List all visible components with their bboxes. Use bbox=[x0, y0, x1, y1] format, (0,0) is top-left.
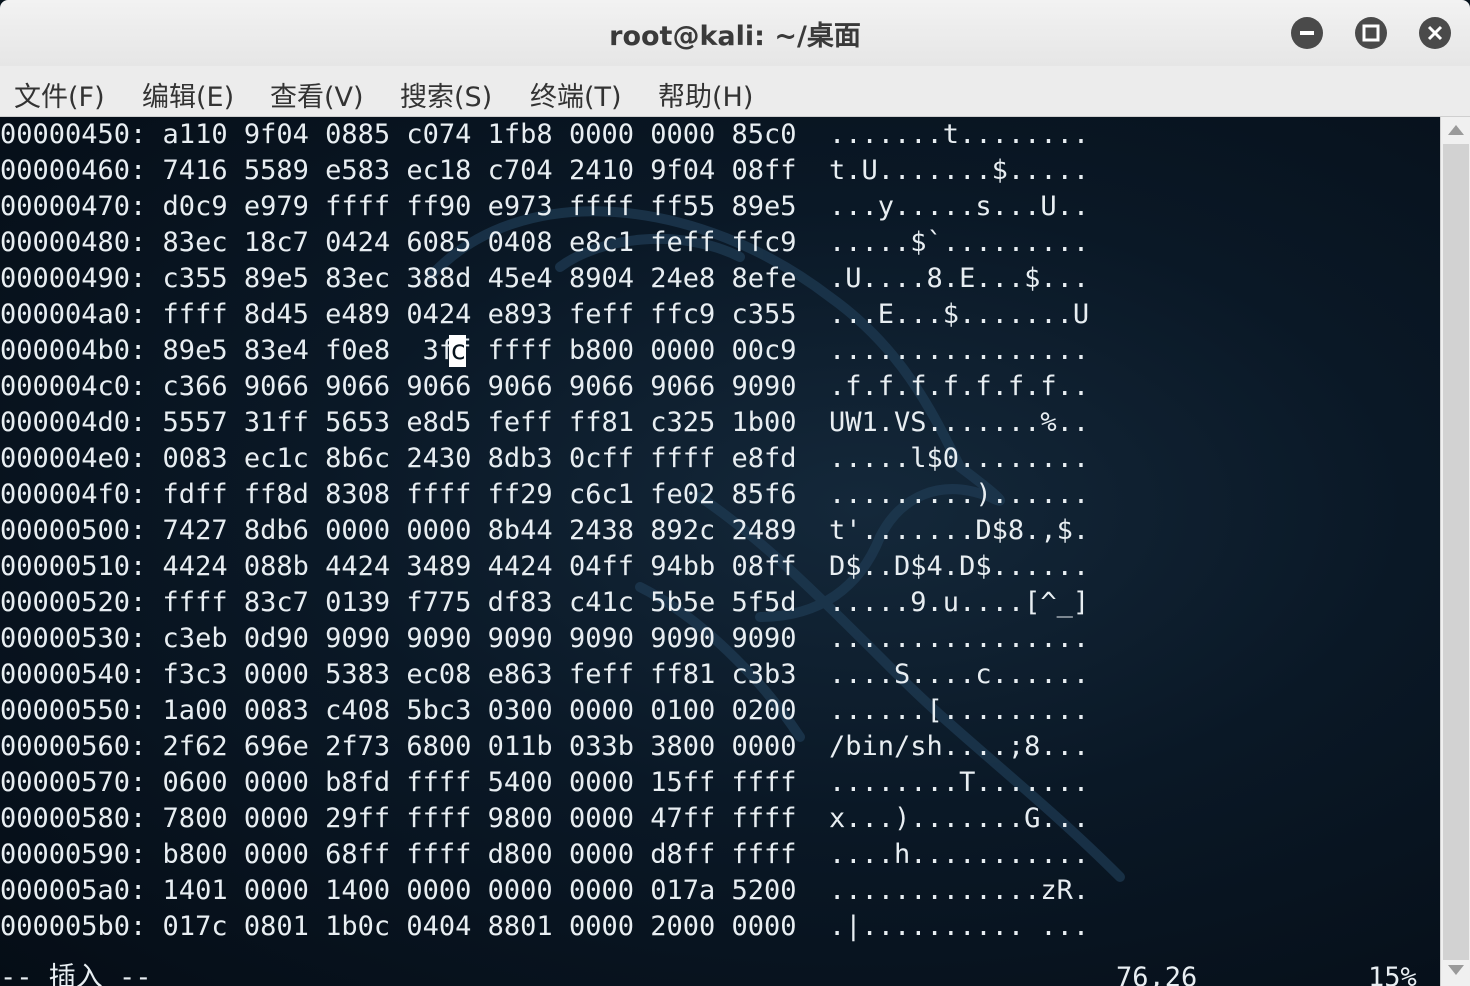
hex-dump: 00000450: a110 9f04 0885 c074 1fb8 0000 … bbox=[0, 117, 1089, 945]
terminal-window: root@kali: ~/桌面 文件(F) 编辑(E) 查看(V) 搜索(S) … bbox=[0, 0, 1470, 986]
hex-line: 00000470: d0c9 e979 ffff ff90 e973 ffff … bbox=[0, 191, 1090, 222]
hex-line: 00000460: 7416 5589 e583 ec18 c704 2410 … bbox=[0, 155, 1090, 186]
maximize-icon bbox=[1362, 24, 1380, 42]
hex-line: 000004f0: fdff ff8d 8308 ffff ff29 c6c1 … bbox=[0, 479, 1090, 510]
hex-line: 000004e0: 0083 ec1c 8b6c 2430 8db3 0cff … bbox=[0, 443, 1090, 474]
hex-line: 00000550: 1a00 0083 c408 5bc3 0300 0000 … bbox=[0, 695, 1090, 726]
menu-bar: 文件(F) 编辑(E) 查看(V) 搜索(S) 终端(T) 帮助(H) bbox=[0, 66, 1470, 117]
scroll-percent: 15% bbox=[1368, 962, 1417, 986]
hex-line: 000004c0: c366 9066 9066 9066 9066 9066 … bbox=[0, 371, 1090, 402]
hex-line: 00000570: 0600 0000 b8fd ffff 5400 0000 … bbox=[0, 767, 1090, 798]
hex-line: 00000560: 2f62 696e 2f73 6800 011b 033b … bbox=[0, 731, 1090, 762]
minimize-icon bbox=[1300, 31, 1314, 35]
hex-line: 000004b0: 89e5 83e4 f0e8 3ff ffff b800 0… bbox=[0, 335, 1090, 366]
scroll-up-icon[interactable] bbox=[1448, 125, 1464, 135]
close-button[interactable] bbox=[1419, 17, 1451, 49]
maximize-button[interactable] bbox=[1355, 17, 1387, 49]
vim-status-line: -- 插入 -- 76,26 15% bbox=[0, 960, 1440, 986]
menu-help[interactable]: 帮助(H) bbox=[658, 75, 753, 114]
cursor-position: 76,26 bbox=[1116, 962, 1198, 986]
mode-indicator: -- 插入 -- bbox=[0, 962, 152, 986]
hex-line: 00000530: c3eb 0d90 9090 9090 9090 9090 … bbox=[0, 623, 1090, 654]
hex-line: 000004d0: 5557 31ff 5653 e8d5 feff ff81 … bbox=[0, 407, 1090, 438]
hex-line: 00000500: 7427 8db6 0000 0000 8b44 2438 … bbox=[0, 515, 1090, 546]
close-icon bbox=[1427, 25, 1443, 41]
hex-line: 00000540: f3c3 0000 5383 ec08 e863 feff … bbox=[0, 659, 1090, 690]
scrollbar[interactable] bbox=[1440, 117, 1470, 986]
menu-terminal[interactable]: 终端(T) bbox=[530, 75, 622, 114]
terminal-output[interactable]: 00000450: a110 9f04 0885 c074 1fb8 0000 … bbox=[0, 117, 1440, 986]
title-bar[interactable]: root@kali: ~/桌面 bbox=[0, 0, 1470, 66]
minimize-button[interactable] bbox=[1291, 17, 1323, 49]
scrollbar-thumb[interactable] bbox=[1443, 144, 1469, 960]
hex-line: 000004a0: ffff 8d45 e489 0424 e893 feff … bbox=[0, 299, 1090, 330]
hex-line: 00000520: ffff 83c7 0139 f775 df83 c41c … bbox=[0, 587, 1090, 618]
menu-edit[interactable]: 编辑(E) bbox=[142, 75, 234, 114]
hex-line: 00000450: a110 9f04 0885 c074 1fb8 0000 … bbox=[0, 119, 1090, 150]
hex-line: 00000510: 4424 088b 4424 3489 4424 04ff … bbox=[0, 551, 1090, 582]
hex-line: 00000480: 83ec 18c7 0424 6085 0408 e8c1 … bbox=[0, 227, 1090, 258]
hex-line: 000005b0: 017c 0801 1b0c 0404 8801 0000 … bbox=[0, 911, 1090, 942]
hex-line: 00000590: b800 0000 68ff ffff d800 0000 … bbox=[0, 839, 1090, 870]
menu-file[interactable]: 文件(F) bbox=[14, 75, 105, 114]
menu-view[interactable]: 查看(V) bbox=[270, 75, 364, 114]
hex-line: 00000580: 7800 0000 29ff ffff 9800 0000 … bbox=[0, 803, 1090, 834]
menu-search[interactable]: 搜索(S) bbox=[400, 75, 492, 114]
hex-line: 000005a0: 1401 0000 1400 0000 0000 0000 … bbox=[0, 875, 1090, 906]
scroll-down-icon[interactable] bbox=[1448, 965, 1464, 975]
cursor-char: c bbox=[450, 335, 467, 366]
window-title: root@kali: ~/桌面 bbox=[609, 21, 861, 52]
hex-line: 00000490: c355 89e5 83ec 388d 45e4 8904 … bbox=[0, 263, 1090, 294]
